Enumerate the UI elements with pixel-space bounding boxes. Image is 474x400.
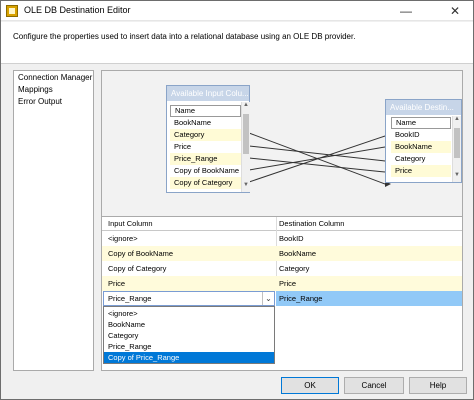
destination-column-item[interactable]: BookID [391,129,451,141]
destination-column-item[interactable]: BookName [391,141,451,153]
title-bar: OLE DB Destination Editor — ✕ [1,1,473,21]
input-column-header: Input Column [108,219,153,228]
dropdown-option[interactable]: Price_Range [104,341,274,352]
input-column-item[interactable]: Copy of BookName [170,165,241,177]
scroll-down-icon[interactable]: ▼ [242,182,250,188]
input-box-name-header: Name [170,105,241,117]
minimize-button[interactable]: — [389,1,423,21]
scroll-down-icon[interactable]: ▼ [453,172,461,178]
input-column-dropdown-list[interactable]: <ignore> BookName Category Price_Range C… [103,306,275,364]
available-input-columns-title: Available Input Colu... [167,86,249,101]
nav-item-connection-manager[interactable]: Connection Manager [18,73,92,82]
cancel-button[interactable]: Cancel [344,377,404,394]
chevron-down-icon[interactable]: ⌄ [262,292,274,305]
dialog-footer: OK Cancel Help [1,373,473,399]
selected-table-row[interactable]: Price_Range ⌄ Price_Range [102,291,462,306]
column-mapping-grid: Input Column Destination Column <ignore>… [102,217,462,370]
help-button[interactable]: Help [409,377,467,394]
table-row[interactable]: Copy of Category Category [102,261,462,276]
nav-item-error-output[interactable]: Error Output [18,97,62,106]
scroll-thumb[interactable] [243,114,249,154]
destination-column-cell: BookID [279,234,304,243]
input-column-cell[interactable]: Copy of BookName [108,249,173,258]
input-column-item[interactable]: Price_Range [170,153,241,165]
scroll-up-icon[interactable]: ▲ [242,102,250,108]
dest-box-scrollbar[interactable]: ▲ ▼ [452,116,461,182]
destination-column-header: Destination Column [279,219,345,228]
mappings-pane: Available Input Colu... Name BookName Ca… [101,70,463,371]
ole-db-destination-editor-window: OLE DB Destination Editor — ✕ Configure … [0,0,474,400]
description-bar: Configure the properties used to insert … [1,22,473,64]
input-column-combobox[interactable]: Price_Range ⌄ [103,291,275,306]
input-column-cell[interactable]: Price [108,279,125,288]
dropdown-option[interactable]: <ignore> [104,308,274,319]
available-input-columns-box[interactable]: Available Input Colu... Name BookName Ca… [166,85,250,193]
destination-column-cell: Price_Range [279,294,323,303]
dropdown-option-selected[interactable]: Copy of Price_Range [104,352,274,363]
input-column-cell[interactable]: Copy of Category [108,264,166,273]
available-destination-columns-box[interactable]: Available Destin... Name BookID BookName… [385,99,462,183]
scroll-up-icon[interactable]: ▲ [453,116,461,122]
table-row[interactable]: <ignore> BookID [102,231,462,246]
mapping-design-area: Available Input Colu... Name BookName Ca… [102,71,462,217]
dest-box-name-header: Name [391,117,451,129]
table-row[interactable]: Copy of BookName BookName [102,246,462,261]
input-column-item[interactable]: BookName [170,117,241,129]
dropdown-option[interactable]: BookName [104,319,274,330]
destination-column-item[interactable]: Category [391,153,451,165]
input-column-item[interactable]: Copy of Category [170,177,241,189]
input-box-scrollbar[interactable]: ▲ ▼ [241,102,250,192]
destination-column-cell: Category [279,264,310,273]
destination-column-cell: BookName [279,249,317,258]
ok-button[interactable]: OK [281,377,339,394]
close-button[interactable]: ✕ [438,1,472,21]
combobox-value: Price_Range [108,294,152,303]
input-column-item[interactable]: Category [170,129,241,141]
input-column-item[interactable]: Price [170,141,241,153]
mapping-line-category [248,157,386,173]
window-title: OLE DB Destination Editor [24,5,131,15]
input-column-cell[interactable]: <ignore> [108,234,138,243]
table-row[interactable]: Price Price [102,276,462,291]
grid-header: Input Column Destination Column [102,217,462,231]
destination-column-item[interactable]: Price [391,165,451,177]
app-icon [6,5,18,17]
navigation-pane: Connection Manager Mappings Error Output [13,70,94,371]
nav-item-mappings[interactable]: Mappings [18,85,53,94]
dropdown-option[interactable]: Category [104,330,274,341]
scroll-thumb[interactable] [454,128,460,158]
destination-column-cell: Price [279,279,297,288]
description-text: Configure the properties used to insert … [13,32,356,41]
available-destination-columns-title: Available Destin... [386,100,461,115]
